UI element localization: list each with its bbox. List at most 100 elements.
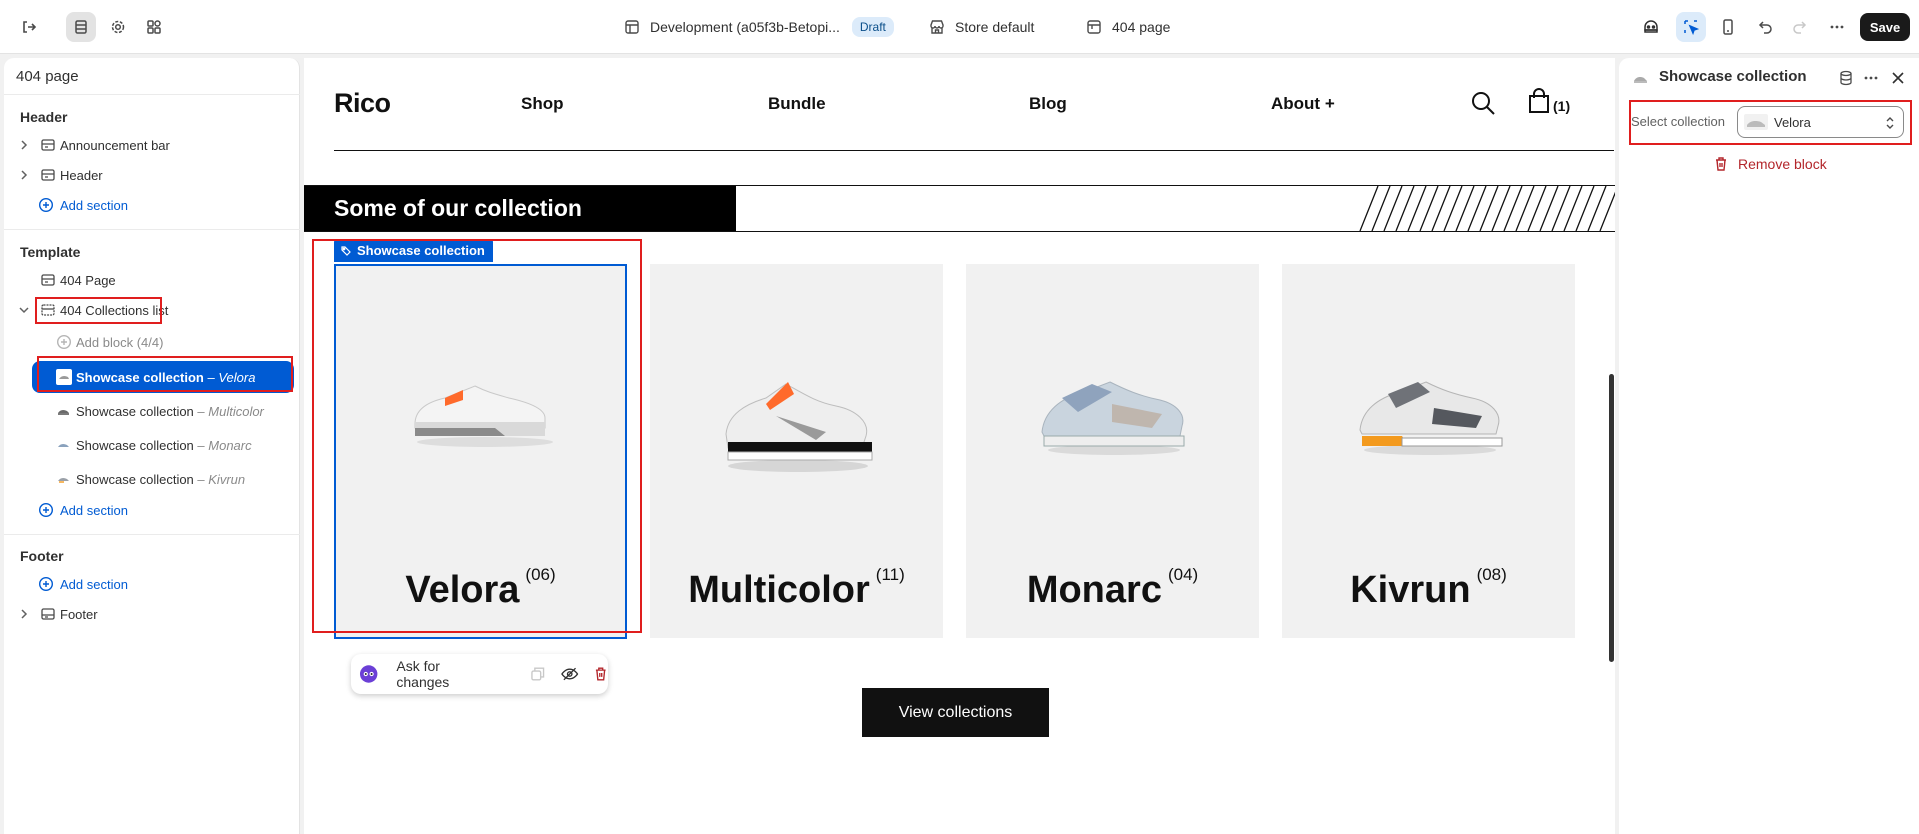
chevron-right-icon[interactable] xyxy=(18,608,30,620)
nav-bundle[interactable]: Bundle xyxy=(768,94,826,114)
database-icon[interactable] xyxy=(1838,70,1854,86)
add-section-header[interactable]: Add section xyxy=(4,192,300,218)
shoe-thumbnail-icon xyxy=(58,409,69,415)
select-collection-label: Select collection xyxy=(1631,114,1725,129)
block-row-velora[interactable]: Showcase collection – Velora xyxy=(4,364,300,390)
hatch-pattern xyxy=(1359,186,1615,231)
tree-item-footer[interactable]: Footer xyxy=(4,601,300,627)
page-selector[interactable]: 404 page xyxy=(1086,0,1170,54)
settings-gear-icon[interactable] xyxy=(103,12,133,42)
add-circle-icon xyxy=(56,334,72,350)
ask-for-changes[interactable]: Ask for changes xyxy=(396,658,493,690)
hide-eye-icon[interactable] xyxy=(561,666,579,682)
market-label: Store default xyxy=(955,19,1035,35)
sidekick-icon[interactable] xyxy=(359,664,378,684)
panel-title: Showcase collection xyxy=(1659,68,1807,85)
header-divider xyxy=(334,150,1614,151)
divider xyxy=(4,534,300,535)
tree-item-label: Header xyxy=(60,167,103,183)
exit-icon[interactable] xyxy=(14,12,44,42)
add-section-label: Add section xyxy=(60,576,128,592)
shoe-image xyxy=(1359,381,1503,455)
section-heading: Some of our collection xyxy=(304,186,736,231)
add-circle-icon xyxy=(38,576,54,592)
redo-icon[interactable] xyxy=(1784,12,1814,42)
section-icon xyxy=(41,608,55,620)
sidekick-icon[interactable] xyxy=(1636,12,1666,42)
shoe-thumbnail-icon xyxy=(58,477,69,483)
add-section-label: Add section xyxy=(60,502,128,518)
sections-icon[interactable] xyxy=(66,12,96,42)
shoe-thumbnail-icon xyxy=(1744,114,1768,130)
selected-block-outline xyxy=(334,264,627,639)
inspector-icon[interactable] xyxy=(1676,12,1706,42)
top-bar: Development (a05f3b-Betopi... Draft Stor… xyxy=(0,0,1919,54)
save-button[interactable]: Save xyxy=(1860,13,1910,41)
mobile-preview-icon[interactable] xyxy=(1713,12,1743,42)
view-collections-button[interactable]: View collections xyxy=(862,688,1049,737)
undo-icon[interactable] xyxy=(1751,12,1781,42)
collection-card-multicolor[interactable]: Multicolor (11) xyxy=(650,264,943,638)
nav-about[interactable]: About + xyxy=(1271,94,1335,114)
store-selector[interactable]: Development (a05f3b-Betopi... Draft xyxy=(624,0,894,54)
collection-card-monarc[interactable]: Monarc (04) xyxy=(966,264,1259,638)
collection-select[interactable]: Velora xyxy=(1737,106,1904,138)
preview-scrollbar[interactable] xyxy=(1609,374,1614,662)
nav-blog[interactable]: Blog xyxy=(1029,94,1067,114)
add-circle-icon xyxy=(38,197,54,213)
tree-item-label: 404 Page xyxy=(60,272,116,288)
delete-trash-icon[interactable] xyxy=(593,666,609,682)
block-tag-icon xyxy=(341,245,351,256)
add-section-label: Add section xyxy=(60,197,128,213)
block-label: Showcase collection – Velora xyxy=(76,369,256,385)
page-label: 404 page xyxy=(1112,19,1171,35)
divider xyxy=(4,229,300,230)
delete-trash-icon xyxy=(1716,157,1726,171)
more-options-icon[interactable] xyxy=(1822,12,1852,42)
shoe-thumbnail-icon xyxy=(1634,77,1647,83)
block-label: Showcase collection – Monarc xyxy=(76,437,252,453)
remove-block-button[interactable]: Remove block xyxy=(1713,156,1827,172)
cart-bag-icon[interactable] xyxy=(1528,88,1550,114)
block-item-monarc[interactable]: Showcase collection – Monarc xyxy=(4,432,300,458)
store-name: Development (a05f3b-Betopi... xyxy=(650,19,840,35)
tree-item-404-collections-list[interactable]: 404 Collections list xyxy=(4,297,300,323)
add-section-template[interactable]: Add section xyxy=(4,497,300,523)
select-value: Velora xyxy=(1774,114,1811,130)
card-title: Multicolor (11) xyxy=(688,565,905,611)
apps-icon[interactable] xyxy=(139,12,169,42)
block-item-kivrun[interactable]: Showcase collection – Kivrun xyxy=(4,466,300,492)
section-icon xyxy=(41,274,55,286)
block-item-multicolor[interactable]: Showcase collection – Multicolor xyxy=(4,398,300,424)
collection-banner: Some of our collection xyxy=(304,185,1615,232)
shoe-thumbnail-icon xyxy=(58,443,69,447)
add-block-label: Add block (4/4) xyxy=(76,334,164,350)
search-icon[interactable] xyxy=(1470,90,1496,116)
selected-block-tag[interactable]: Showcase collection xyxy=(334,239,493,262)
add-section-footer[interactable]: Add section xyxy=(4,571,300,597)
theme-icon xyxy=(625,20,639,34)
duplicate-icon[interactable] xyxy=(530,666,546,682)
left-sidebar: 404 page Header Announcement bar Header … xyxy=(4,58,300,834)
cart-count: (1) xyxy=(1553,98,1571,114)
template-group-title: Template xyxy=(20,244,81,260)
tree-item-announcement-bar[interactable]: Announcement bar xyxy=(4,132,300,158)
divider xyxy=(4,94,300,95)
chevron-down-icon[interactable] xyxy=(18,304,30,316)
close-icon[interactable] xyxy=(1891,71,1905,85)
add-block-disabled: Add block (4/4) xyxy=(4,329,300,355)
card-title: Kivrun (08) xyxy=(1350,565,1507,611)
tree-item-label: Footer xyxy=(60,606,98,622)
tree-item-header[interactable]: Header xyxy=(4,162,300,188)
market-selector[interactable]: Store default xyxy=(929,0,1034,54)
collection-card-kivrun[interactable]: Kivrun (08) xyxy=(1282,264,1575,638)
nav-shop[interactable]: Shop xyxy=(521,94,564,114)
more-options-icon[interactable] xyxy=(1863,70,1879,86)
chevron-right-icon[interactable] xyxy=(18,139,30,151)
storefront-preview: Rico Shop Bundle Blog About + (1) Some o… xyxy=(304,58,1615,834)
draft-badge: Draft xyxy=(851,17,894,37)
shoe-image xyxy=(1041,381,1185,455)
chevron-right-icon[interactable] xyxy=(18,169,30,181)
tree-item-404-page[interactable]: 404 Page xyxy=(4,267,300,293)
store-logo[interactable]: Rico xyxy=(334,88,391,119)
